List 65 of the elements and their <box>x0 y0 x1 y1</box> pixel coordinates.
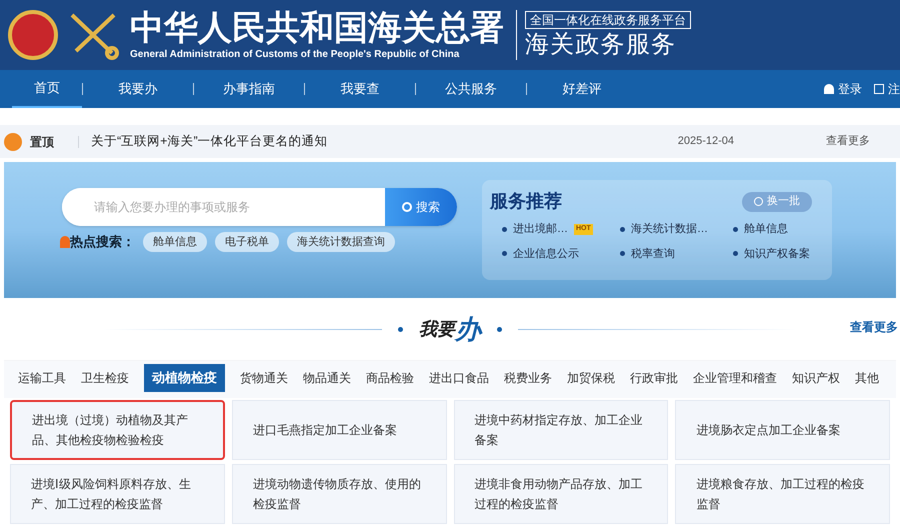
bullet-icon <box>502 251 507 256</box>
service-card[interactable]: 进境Ⅰ级风险饲料原料存放、生产、加工过程的检疫监督 <box>10 464 225 524</box>
nav-link[interactable]: 首页 <box>12 70 82 108</box>
emblem-icon <box>8 10 58 60</box>
category-tab[interactable]: 加贸保税 <box>567 364 615 392</box>
category-tab[interactable]: 进出口食品 <box>429 364 489 392</box>
service-card[interactable]: 进境非食用动物产品存放、加工过程的检疫监督 <box>454 464 668 524</box>
agency-subtitle: General Administration of Customs of the People's Republic of China <box>130 48 460 62</box>
recommend-label: 税率查询 <box>631 246 675 262</box>
hot-search-tag[interactable]: 舱单信息 <box>143 232 207 252</box>
recommend-label: 海关统计数据… <box>631 222 708 237</box>
recommend-label: 企业信息公示 <box>513 246 579 262</box>
hot-search-tag[interactable]: 海关统计数据查询 <box>287 232 395 252</box>
nav-link[interactable]: 公共服务 <box>416 70 526 108</box>
nav-link[interactable]: 办事指南 <box>194 70 304 108</box>
bullet-icon <box>620 251 625 256</box>
agency-title: 中华人民共和国海关总署 <box>130 8 504 46</box>
recommend-link[interactable]: 舱单信息 <box>733 221 843 238</box>
category-tab[interactable]: 动植物检疫 <box>144 364 225 392</box>
nav-link[interactable]: 好差评 <box>527 70 637 108</box>
more-link[interactable]: 查看更多 <box>826 133 870 150</box>
category-tab[interactable]: 货物通关 <box>240 364 288 392</box>
pinned-label: 置顶 <box>30 134 54 150</box>
recommend-link[interactable]: 海关统计数据… <box>620 221 725 238</box>
nav-link[interactable]: 我要办 <box>83 70 193 108</box>
service-card[interactable]: 进境中药材指定存放、加工企业备案 <box>454 400 668 460</box>
nav-link[interactable]: 我要查 <box>305 70 415 108</box>
category-tab[interactable]: 企业管理和稽查 <box>693 364 777 392</box>
service-card[interactable]: 进境粮食存放、加工过程的检疫监督 <box>675 464 890 524</box>
recommend-label: 知识产权备案 <box>744 246 810 262</box>
more-link[interactable]: 查看更多 <box>850 318 898 336</box>
hot-search-label: 热点搜索： <box>70 233 135 252</box>
category-tab[interactable]: 商品检验 <box>366 364 414 392</box>
recommend-link[interactable]: 知识产权备案 <box>733 246 843 262</box>
login-link[interactable]: 登录 <box>824 80 862 98</box>
section-title: 我要 <box>419 316 455 343</box>
recommend-label: 进出境邮… <box>513 222 568 237</box>
bullet-icon <box>733 226 738 232</box>
search-field[interactable]: 请输入您要办理的事项或服务 搜索 <box>62 188 457 226</box>
search-button[interactable]: 搜索 <box>385 188 457 226</box>
bullet-icon <box>620 226 625 232</box>
category-tab[interactable]: 其他 <box>855 364 879 392</box>
register-link[interactable]: 注 <box>874 80 900 98</box>
category-tab[interactable]: 税费业务 <box>504 364 552 392</box>
bullet-icon <box>502 226 507 232</box>
recommend-title: 服务推荐 <box>490 190 562 213</box>
recommend-label: 舱单信息 <box>744 222 788 237</box>
service-card[interactable]: 进出境（过境）动植物及其产品、其他检疫物检验检疫 <box>10 400 225 460</box>
hot-search-tag[interactable]: 电子税单 <box>215 232 279 252</box>
service-card[interactable]: 进口毛燕指定加工企业备案 <box>232 400 446 460</box>
category-tab[interactable]: 知识产权 <box>792 364 840 392</box>
notice-link[interactable]: 关于“互联网+海关”一体化平台更名的通知 <box>91 132 328 151</box>
service-card[interactable]: 进境肠衣定点加工企业备案 <box>675 400 890 460</box>
category-tab[interactable]: 物品通关 <box>303 364 351 392</box>
bullet-icon <box>733 251 738 256</box>
platform-tag: 全国一体化在线政务服务平台 <box>525 11 691 29</box>
category-tab[interactable]: 行政审批 <box>630 364 678 392</box>
notice-date: 2025-12-04 <box>678 134 734 150</box>
platform-name: 海关政务服务 <box>525 31 678 59</box>
category-tab[interactable]: 卫生检疫 <box>81 364 129 392</box>
service-card[interactable]: 进境动物遗传物质存放、使用的检疫监督 <box>232 464 446 524</box>
recommend-link[interactable]: 税率查询 <box>620 246 725 262</box>
recommend-link[interactable]: 企业信息公示 <box>502 246 612 262</box>
section-title-emphasis: 办 <box>455 315 481 343</box>
category-tab[interactable]: 运输工具 <box>18 364 66 392</box>
